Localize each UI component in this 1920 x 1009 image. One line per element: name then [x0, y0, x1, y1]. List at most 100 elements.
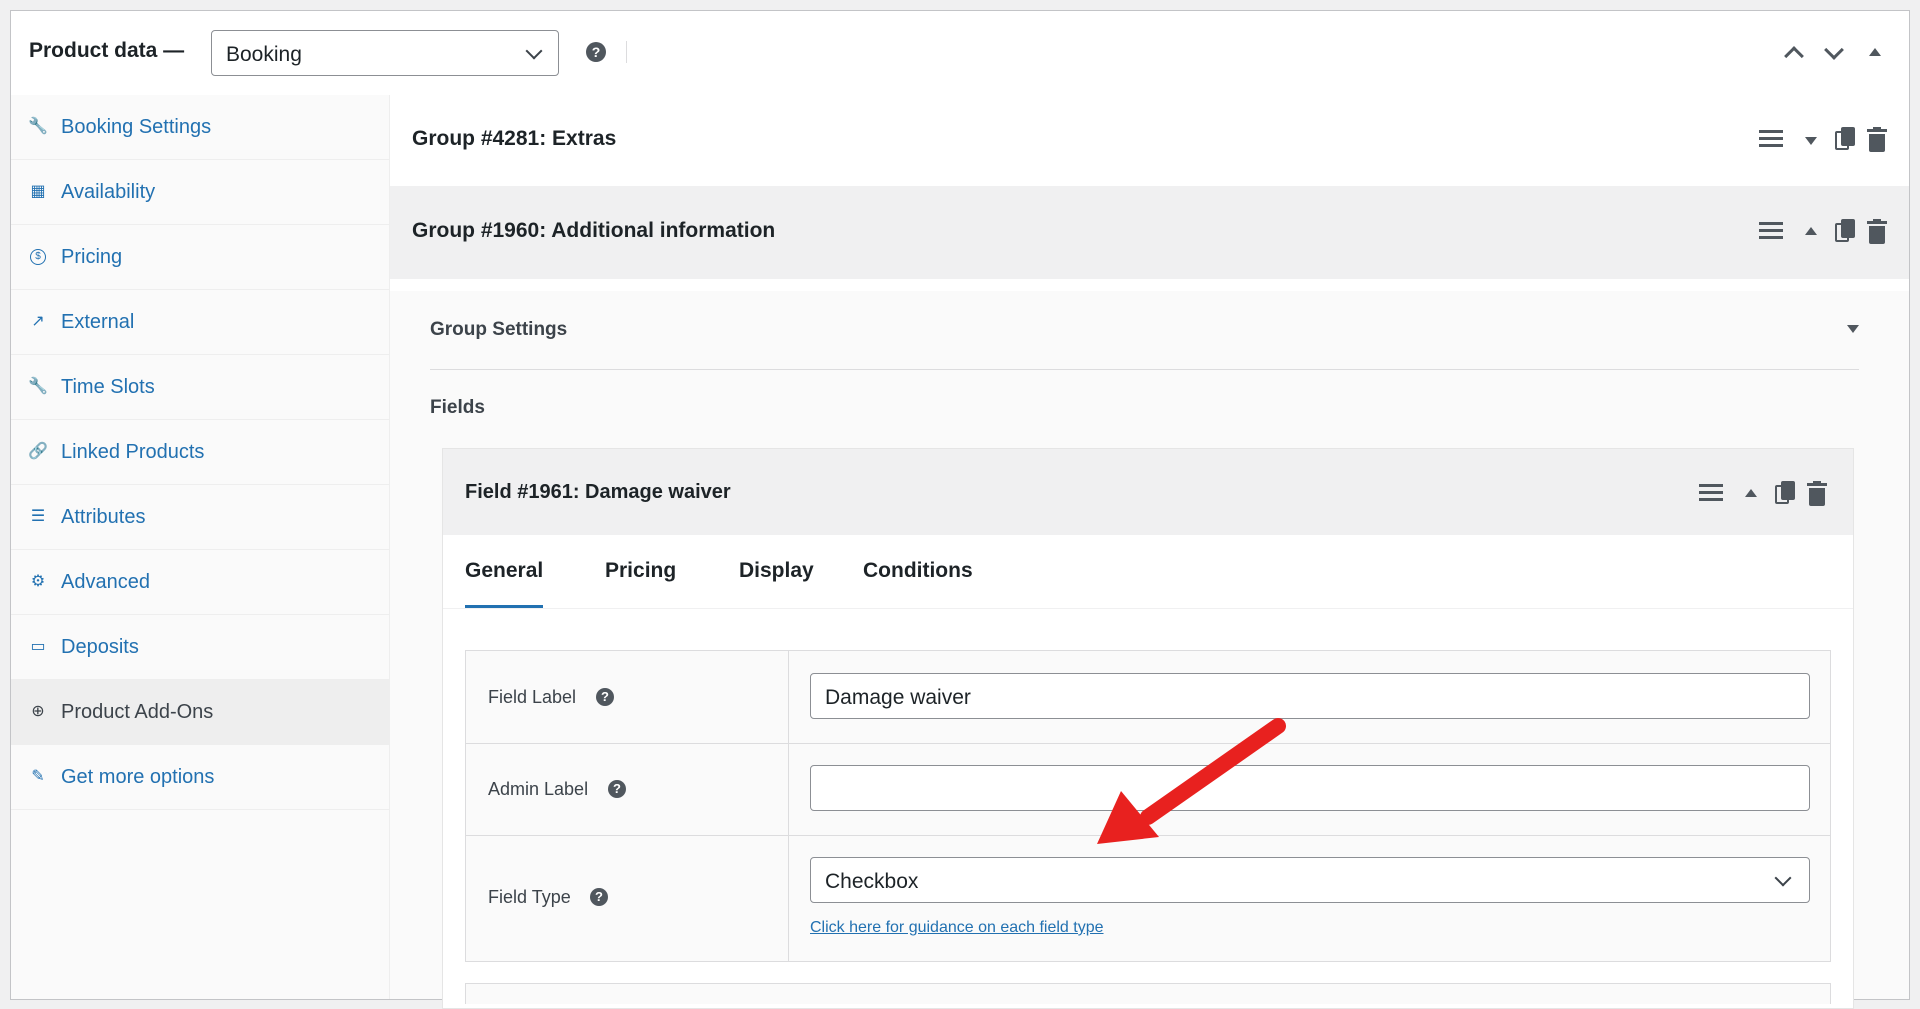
- plus-circle-icon: ⊕: [31, 703, 45, 720]
- sidebar-item-pricing[interactable]: $ Pricing: [11, 225, 389, 290]
- sidebar-item-availability[interactable]: ▦ Availability: [11, 160, 389, 225]
- group-actions: [1759, 217, 1889, 247]
- drag-handle-icon[interactable]: [1699, 484, 1723, 502]
- caret-down-icon: [1847, 325, 1859, 333]
- field-actions: [1699, 479, 1829, 509]
- field-settings-table: Field Label ? Damage waiver Admin Label …: [465, 650, 1831, 962]
- duplicate-icon[interactable]: [1835, 219, 1855, 243]
- sidebar-item-label: Advanced: [61, 571, 150, 593]
- sidebar-item-product-add-ons[interactable]: ⊕ Product Add-Ons: [11, 680, 389, 745]
- link-icon: 🔗: [28, 443, 48, 460]
- add-ons-panel: Group #4281: Extras Group #1960: Additio…: [390, 95, 1909, 1009]
- label-cell: Field Type ?: [466, 835, 789, 961]
- help-icon[interactable]: ?: [586, 42, 606, 62]
- sidebar-item-label: Pricing: [61, 246, 123, 268]
- group-body: Group Settings Fields Field #1961: Damag…: [390, 291, 1909, 1009]
- sidebar-item-advanced[interactable]: ⚙ Advanced: [11, 550, 389, 615]
- product-data-title: Product data —: [29, 39, 185, 62]
- sidebar-item-label: Linked Products: [61, 441, 205, 463]
- sidebar-item-external[interactable]: ↗ External: [11, 290, 389, 355]
- header-divider: [626, 41, 627, 63]
- sidebar-item-label: Get more options: [61, 766, 215, 788]
- admin-label-row: Admin Label ?: [466, 743, 1830, 836]
- product-data-header: Product data — Booking ?: [11, 11, 1909, 96]
- expand-icon[interactable]: [1805, 137, 1817, 145]
- gear-icon: ⚙: [30, 573, 46, 590]
- tab-display[interactable]: Display: [739, 559, 814, 605]
- drag-handle-icon[interactable]: [1759, 222, 1783, 240]
- field-type-label: Field Type: [488, 887, 571, 907]
- field-title: Field #1961: Damage waiver: [465, 481, 731, 503]
- field-label-row: Field Label ? Damage waiver: [466, 651, 1830, 744]
- group-actions: [1759, 125, 1889, 155]
- field-type-value: Checkbox: [825, 870, 919, 893]
- admin-label-input[interactable]: [810, 765, 1810, 811]
- field-tabs: General Pricing Display Conditions: [443, 535, 1853, 609]
- sidebar-item-label: Availability: [61, 181, 156, 203]
- field-card: Field #1961: Damage waiver General Prici…: [442, 448, 1854, 1009]
- wrench-icon: 🔧: [28, 118, 48, 135]
- tab-general[interactable]: General: [465, 559, 544, 608]
- sidebar-item-label: Time Slots: [61, 376, 155, 398]
- field-type-select[interactable]: Checkbox: [810, 857, 1810, 903]
- label-cell: Field Label ?: [466, 651, 789, 743]
- tab-pricing[interactable]: Pricing: [605, 559, 676, 605]
- product-type-value: Booking: [226, 43, 302, 66]
- trash-icon[interactable]: [1867, 219, 1887, 244]
- collapse-panel-icon[interactable]: [1869, 48, 1881, 56]
- field-header[interactable]: Field #1961: Damage waiver: [443, 449, 1853, 535]
- sidebar-item-label: Attributes: [61, 506, 146, 528]
- plugin-icon: ✎: [31, 768, 45, 785]
- sidebar-item-linked-products[interactable]: 🔗 Linked Products: [11, 420, 389, 485]
- trash-icon[interactable]: [1807, 481, 1827, 506]
- field-type-guidance-link[interactable]: Click here for guidance on each field ty…: [810, 919, 1104, 937]
- product-data-tabs: 🔧 Booking Settings ▦ Availability $ Pric…: [11, 95, 390, 999]
- product-type-select[interactable]: Booking: [211, 30, 559, 76]
- sidebar-item-get-more-options[interactable]: ✎ Get more options: [11, 745, 389, 810]
- sidebar-item-booking-settings[interactable]: 🔧 Booking Settings: [11, 95, 389, 160]
- chevron-down-icon: [1774, 869, 1792, 887]
- panel-controls: [1781, 40, 1891, 66]
- field-label-value: Damage waiver: [825, 686, 971, 709]
- next-settings-row: [465, 983, 1831, 1004]
- drag-handle-icon[interactable]: [1759, 130, 1783, 148]
- label-cell: Admin Label ?: [466, 743, 789, 835]
- dollar-circle-icon: $: [30, 249, 46, 265]
- list-table-icon: ☰: [30, 508, 46, 525]
- move-down-icon[interactable]: [1824, 40, 1844, 60]
- external-link-icon: ↗: [31, 313, 45, 330]
- help-icon[interactable]: ?: [590, 888, 608, 906]
- addon-group-row[interactable]: Group #1960: Additional information: [390, 187, 1909, 279]
- tab-conditions[interactable]: Conditions: [863, 559, 973, 605]
- card-icon: ▭: [30, 638, 46, 655]
- sidebar-item-label: Booking Settings: [61, 116, 212, 138]
- group-settings-label: Group Settings: [430, 319, 568, 340]
- calendar-icon: ▦: [30, 183, 46, 200]
- field-type-row: Field Type ? Checkbox Click here for gui…: [466, 835, 1830, 961]
- product-data-panel: Product data — Booking ? 🔧 Booking Setti…: [10, 10, 1910, 1009]
- duplicate-icon[interactable]: [1775, 481, 1795, 505]
- sidebar-item-label: Deposits: [61, 636, 139, 658]
- group-title: Group #4281: Extras: [412, 127, 617, 150]
- addon-group-row[interactable]: Group #4281: Extras: [390, 95, 1909, 187]
- field-label-input[interactable]: Damage waiver: [810, 673, 1810, 719]
- sidebar-item-label: External: [61, 311, 135, 333]
- admin-label-label: Admin Label: [488, 779, 589, 799]
- help-icon[interactable]: ?: [608, 780, 626, 798]
- fields-heading: Fields: [430, 397, 485, 418]
- sidebar-item-label: Product Add-Ons: [61, 701, 214, 723]
- group-settings-toggle[interactable]: Group Settings: [430, 291, 1859, 370]
- sidebar-item-deposits[interactable]: ▭ Deposits: [11, 615, 389, 680]
- group-title: Group #1960: Additional information: [412, 219, 776, 242]
- move-up-icon[interactable]: [1784, 46, 1804, 66]
- duplicate-icon[interactable]: [1835, 127, 1855, 151]
- help-icon[interactable]: ?: [596, 688, 614, 706]
- collapse-icon[interactable]: [1805, 227, 1817, 235]
- field-label-label: Field Label: [488, 687, 577, 707]
- sidebar-item-time-slots[interactable]: 🔧 Time Slots: [11, 355, 389, 420]
- trash-icon[interactable]: [1867, 127, 1887, 152]
- collapse-icon[interactable]: [1745, 489, 1757, 497]
- chevron-down-icon: [525, 42, 543, 60]
- wrench-icon: 🔧: [28, 378, 48, 395]
- sidebar-item-attributes[interactable]: ☰ Attributes: [11, 485, 389, 550]
